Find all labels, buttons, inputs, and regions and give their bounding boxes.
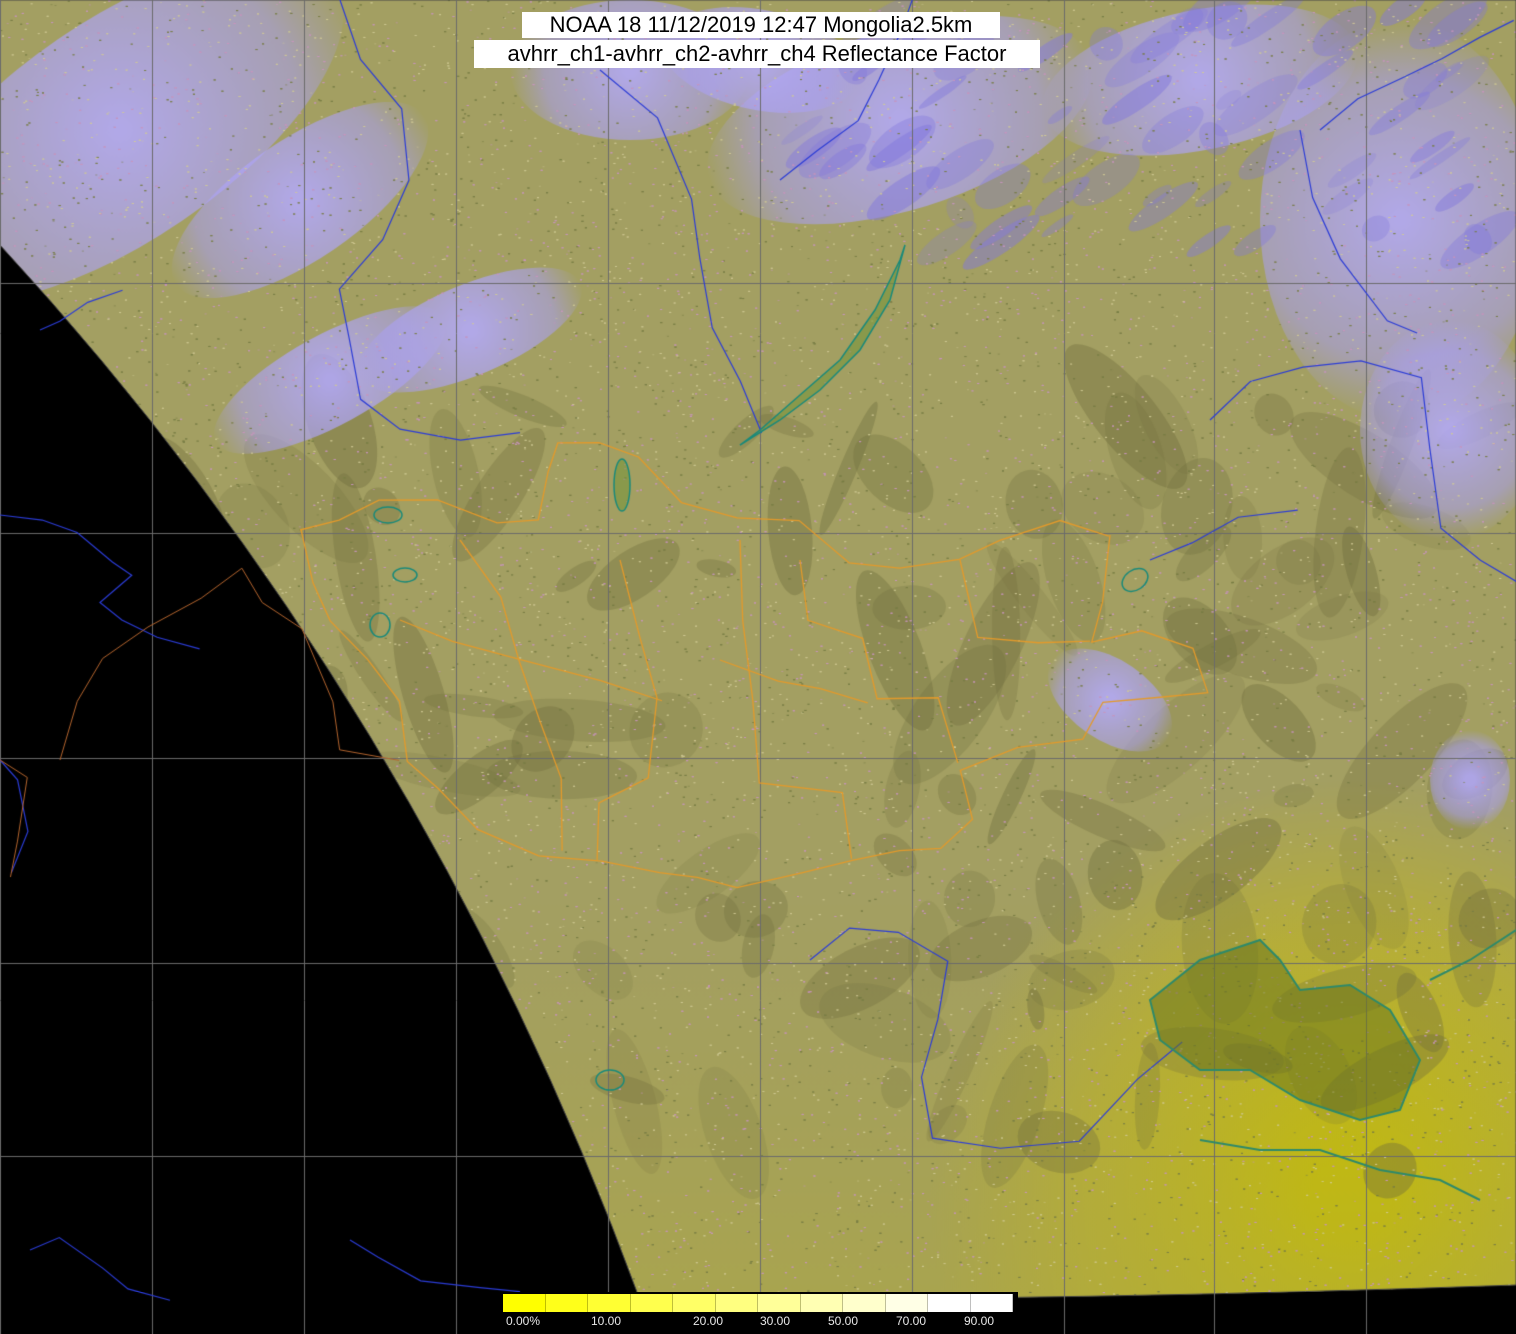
colorbar-segment bbox=[928, 1294, 971, 1312]
colorbar-ramp bbox=[503, 1294, 1013, 1312]
colorbar-segment bbox=[885, 1294, 928, 1312]
colorbar-segment bbox=[545, 1294, 588, 1312]
colorbar-segment bbox=[715, 1294, 758, 1312]
colorbar-legend: 0.00% 10.00 20.00 30.00 50.00 70.00 90.00 bbox=[500, 1292, 1018, 1334]
colorbar-tick-label: 70.00 bbox=[895, 1314, 927, 1328]
colorbar-tick-label: 0.00% bbox=[505, 1314, 541, 1328]
colorbar-segment bbox=[843, 1294, 886, 1312]
colorbar-segment bbox=[503, 1294, 546, 1312]
colorbar-segment bbox=[758, 1294, 801, 1312]
colorbar-segment bbox=[673, 1294, 716, 1312]
colorbar-tick-label: 20.00 bbox=[692, 1314, 724, 1328]
colorbar-segment bbox=[970, 1294, 1013, 1312]
colorbar-tick-label: 90.00 bbox=[963, 1314, 995, 1328]
colorbar-tick-label: 30.00 bbox=[759, 1314, 791, 1328]
colorbar-ticks: 0.00% 10.00 20.00 30.00 50.00 70.00 90.00 bbox=[503, 1312, 1013, 1332]
colorbar-tick-label: 50.00 bbox=[827, 1314, 859, 1328]
satellite-image-map bbox=[0, 0, 1516, 1334]
map-subtitle: avhrr_ch1-avhrr_ch2-avhrr_ch4 Reflectanc… bbox=[474, 40, 1040, 68]
colorbar-segment bbox=[630, 1294, 673, 1312]
map-title: NOAA 18 11/12/2019 12:47 Mongolia2.5km bbox=[522, 12, 1000, 38]
colorbar-segment bbox=[588, 1294, 631, 1312]
colorbar-segment bbox=[800, 1294, 843, 1312]
colorbar-tick-label: 10.00 bbox=[590, 1314, 622, 1328]
